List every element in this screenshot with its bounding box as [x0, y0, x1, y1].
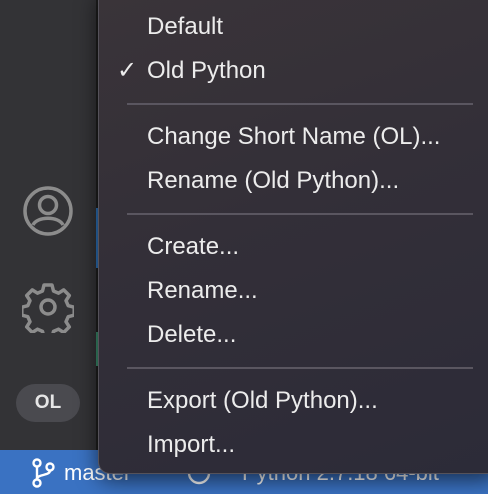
profile-badge[interactable]: OL	[16, 384, 80, 422]
menu-item-old-python[interactable]: Old Python	[147, 51, 266, 91]
menu-separator	[127, 213, 473, 215]
source-control-branch-icon[interactable]	[30, 458, 56, 488]
menu-item-create[interactable]: Create...	[147, 227, 239, 267]
menu-item-import[interactable]: Import...	[147, 425, 235, 465]
checkmark-icon: ✓	[117, 57, 138, 84]
profiles-context-menu: Default ✓ Old Python Change Short Name (…	[98, 0, 488, 474]
menu-item-rename[interactable]: Rename...	[147, 271, 258, 311]
menu-separator	[127, 367, 473, 369]
menu-item-delete[interactable]: Delete...	[147, 315, 236, 355]
menu-item-default[interactable]: Default	[147, 7, 223, 47]
account-icon[interactable]	[22, 185, 74, 237]
menu-separator	[127, 103, 473, 105]
menu-item-export[interactable]: Export (Old Python)...	[147, 381, 378, 421]
vscode-window: OL master Python 2.7.18 64-bit Default ✓…	[0, 0, 488, 494]
menu-item-change-short-name[interactable]: Change Short Name (OL)...	[147, 117, 440, 157]
activity-bar: OL	[0, 0, 96, 450]
menu-item-rename-current[interactable]: Rename (Old Python)...	[147, 161, 399, 201]
gear-icon[interactable]	[22, 281, 74, 333]
